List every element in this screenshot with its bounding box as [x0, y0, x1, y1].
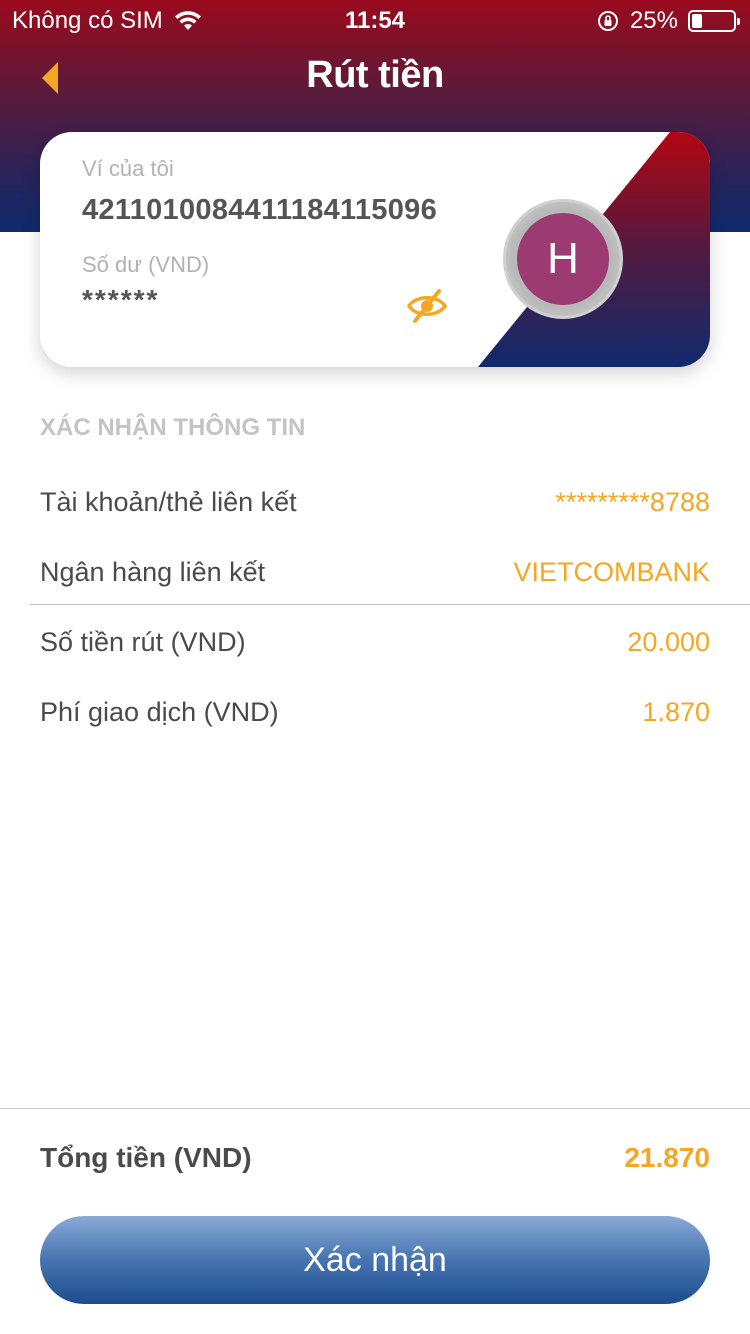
total-label: Tổng tiền (VND) — [40, 1142, 252, 1173]
info-value: VIETCOMBANK — [513, 557, 710, 587]
info-label: Phí giao dịch (VND) — [40, 697, 279, 727]
balance-value: ****** — [82, 284, 160, 315]
status-bar: Không có SIM 11:54 25% — [0, 0, 750, 40]
divider — [30, 604, 750, 605]
info-row-linked-bank: Ngân hàng liên kết VIETCOMBANK — [40, 557, 710, 597]
info-label: Ngân hàng liên kết — [40, 557, 266, 587]
battery-tip — [737, 18, 740, 25]
battery-percent: 25% — [629, 7, 678, 34]
orientation-lock-icon — [597, 11, 618, 31]
info-row-withdraw-amount: Số tiền rút (VND) 20.000 — [40, 627, 710, 667]
info-value: *********8788 — [555, 487, 710, 517]
info-value: 20.000 — [627, 627, 710, 657]
avatar[interactable]: H — [517, 213, 609, 305]
confirm-button[interactable]: Xác nhận — [40, 1216, 710, 1304]
info-label: Số tiền rút (VND) — [40, 627, 246, 657]
info-row-linked-account: Tài khoản/thẻ liên kết *********8788 — [40, 487, 710, 527]
battery-icon — [688, 10, 740, 32]
wallet-card: Ví của tôi 4211010084411184115096 Số dư … — [40, 132, 710, 367]
eye-off-icon[interactable] — [406, 288, 448, 324]
wallet-label: Ví của tôi — [82, 156, 174, 181]
info-value: 1.870 — [642, 697, 710, 727]
wallet-number: 4211010084411184115096 — [82, 194, 438, 226]
status-right: 25% — [596, 7, 740, 35]
battery-fill — [692, 14, 702, 28]
page-title: Rút tiền — [306, 54, 444, 96]
section-title: XÁC NHẬN THÔNG TIN — [40, 414, 306, 441]
balance-label: Số dư (VND) — [82, 252, 210, 277]
total-value: 21.870 — [624, 1142, 710, 1173]
info-row-transaction-fee: Phí giao dịch (VND) 1.870 — [40, 697, 710, 737]
avatar-frame: H — [503, 199, 623, 319]
footer-divider — [0, 1108, 750, 1109]
info-label: Tài khoản/thẻ liên kết — [40, 487, 297, 517]
